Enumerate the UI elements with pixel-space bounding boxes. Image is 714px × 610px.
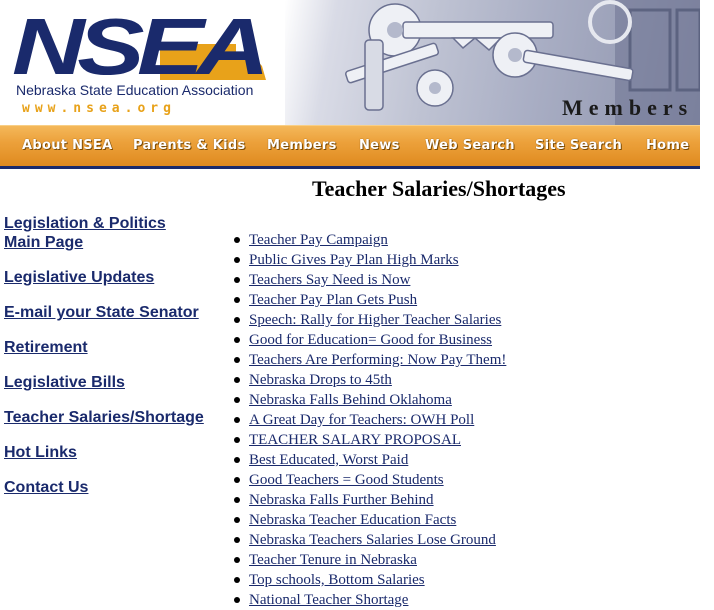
article-link[interactable]: Public Gives Pay Plan High Marks (249, 252, 459, 268)
list-item: Teacher Tenure in Nebraska (232, 550, 506, 570)
list-item: Top schools, Bottom Salaries (232, 570, 506, 590)
bullet-icon (234, 237, 240, 243)
main-nav: About NSEA Parents & Kids Members News W… (0, 125, 700, 166)
bullet-icon (234, 397, 240, 403)
nav-news[interactable]: News (359, 138, 400, 153)
article-link[interactable]: Top schools, Bottom Salaries (249, 572, 425, 588)
bullet-icon (234, 557, 240, 563)
article-link[interactable]: Nebraska Falls Behind Oklahoma (249, 392, 452, 408)
article-link[interactable]: Best Educated, Worst Paid (249, 452, 408, 468)
logo-url: www.nsea.org (22, 101, 176, 116)
article-list: Teacher Pay Campaign Public Gives Pay Pl… (232, 230, 506, 610)
list-item: Nebraska Teachers Salaries Lose Ground (232, 530, 506, 550)
nav-members[interactable]: Members (267, 138, 337, 153)
article-link[interactable]: Nebraska Teachers Salaries Lose Ground (249, 532, 496, 548)
article-link[interactable]: Good for Education= Good for Business (249, 332, 492, 348)
bullet-icon (234, 337, 240, 343)
list-item: Nebraska Falls Behind Oklahoma (232, 390, 506, 410)
section-title: Members (562, 95, 694, 120)
sidebar: Legislation & Politics Main Page Legisla… (4, 214, 204, 513)
bullet-icon (234, 577, 240, 583)
sidebar-link-legislative-bills[interactable]: Legislative Bills (4, 373, 204, 392)
bullet-icon (234, 497, 240, 503)
sidebar-link-hot-links[interactable]: Hot Links (4, 443, 204, 462)
list-item: A Great Day for Teachers: OWH Poll (232, 410, 506, 430)
bullet-icon (234, 257, 240, 263)
nav-home[interactable]: Home (646, 138, 689, 153)
bullet-icon (234, 437, 240, 443)
nav-site-search[interactable]: Site Search (535, 138, 622, 153)
bullet-icon (234, 417, 240, 423)
list-item: Teachers Are Performing: Now Pay Them! (232, 350, 506, 370)
bullet-icon (234, 377, 240, 383)
logo-wordmark: NSEA (12, 8, 262, 86)
article-link[interactable]: Good Teachers = Good Students (249, 472, 444, 488)
article-link[interactable]: Teacher Pay Campaign (249, 232, 388, 248)
bullet-icon (234, 537, 240, 543)
logo-tagline: Nebraska State Education Association (16, 82, 254, 98)
sidebar-link-legislation-main[interactable]: Legislation & Politics Main Page (4, 214, 204, 252)
article-link[interactable]: National Teacher Shortage (249, 592, 408, 608)
list-item: Nebraska Teacher Education Facts (232, 510, 506, 530)
list-item: TEACHER SALARY PROPOSAL (232, 430, 506, 450)
nsea-logo-graphic: NSEA (12, 8, 268, 86)
list-item: Teacher Pay Plan Gets Push (232, 290, 506, 310)
article-link[interactable]: Nebraska Drops to 45th (249, 372, 392, 388)
nav-about-nsea[interactable]: About NSEA (22, 138, 112, 153)
list-item: Teachers Say Need is Now (232, 270, 506, 290)
nav-parents-kids[interactable]: Parents & Kids (133, 138, 246, 153)
sidebar-link-email-senator[interactable]: E-mail your State Senator (4, 303, 204, 322)
list-item: Good for Education= Good for Business (232, 330, 506, 350)
bullet-icon (234, 317, 240, 323)
bullet-icon (234, 297, 240, 303)
list-item: Public Gives Pay Plan High Marks (232, 250, 506, 270)
article-link[interactable]: Teacher Tenure in Nebraska (249, 552, 417, 568)
bullet-icon (234, 457, 240, 463)
bullet-icon (234, 517, 240, 523)
list-item: Good Teachers = Good Students (232, 470, 506, 490)
list-item: Teacher Pay Campaign (232, 230, 506, 250)
article-link[interactable]: Teachers Say Need is Now (249, 272, 410, 288)
sidebar-link-contact-us[interactable]: Contact Us (4, 478, 204, 497)
article-link[interactable]: Nebraska Teacher Education Facts (249, 512, 456, 528)
list-item: Nebraska Drops to 45th (232, 370, 506, 390)
site-header: NSEA Nebraska State Education Associatio… (0, 0, 700, 125)
article-link[interactable]: TEACHER SALARY PROPOSAL (249, 432, 461, 448)
sidebar-link-teacher-salaries[interactable]: Teacher Salaries/Shortage (4, 408, 204, 427)
page-title: Teacher Salaries/Shortages (312, 176, 566, 201)
article-link[interactable]: Teacher Pay Plan Gets Push (249, 292, 417, 308)
sidebar-link-legislative-updates[interactable]: Legislative Updates (4, 268, 204, 287)
nav-web-search[interactable]: Web Search (425, 138, 515, 153)
article-link[interactable]: Teachers Are Performing: Now Pay Them! (249, 352, 506, 368)
list-item: Best Educated, Worst Paid (232, 450, 506, 470)
nsea-logo[interactable]: NSEA Nebraska State Education Associatio… (0, 0, 290, 125)
article-link[interactable]: Speech: Rally for Higher Teacher Salarie… (249, 312, 501, 328)
bullet-icon (234, 477, 240, 483)
list-item: Nebraska Falls Further Behind (232, 490, 506, 510)
list-item: Speech: Rally for Higher Teacher Salarie… (232, 310, 506, 330)
sidebar-link-retirement[interactable]: Retirement (4, 338, 204, 357)
article-link[interactable]: Nebraska Falls Further Behind (249, 492, 434, 508)
article-link[interactable]: A Great Day for Teachers: OWH Poll (249, 412, 474, 428)
bullet-icon (234, 357, 240, 363)
nav-divider (0, 166, 700, 169)
bullet-icon (234, 277, 240, 283)
list-item: National Teacher Shortage (232, 590, 506, 610)
